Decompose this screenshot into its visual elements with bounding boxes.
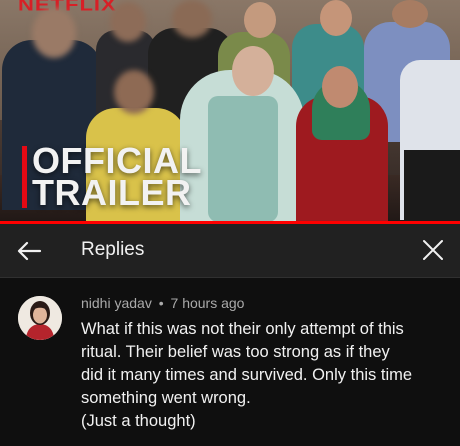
comment-author[interactable]: nidhi yadav: [81, 295, 152, 311]
replies-header: Replies: [0, 224, 460, 278]
trailer-accent-bar: [22, 146, 27, 208]
comment-item: nidhi yadav • 7 hours ago What if this w…: [0, 278, 460, 446]
arrow-left-icon: [17, 241, 42, 261]
close-x-icon: [423, 240, 443, 260]
avatar[interactable]: [18, 296, 62, 340]
comment-line: something went wrong.: [81, 389, 251, 407]
replies-title: Replies: [81, 239, 145, 260]
close-button[interactable]: [420, 237, 446, 263]
profile-photo-icon: [18, 296, 62, 340]
comment-time: 7 hours ago: [170, 295, 245, 311]
trailer-text: TRAILER: [32, 172, 192, 213]
comment-meta: nidhi yadav • 7 hours ago: [81, 295, 244, 311]
comment-line: What if this was not their only attempt …: [81, 320, 404, 338]
back-button[interactable]: [14, 237, 44, 265]
meta-separator: •: [158, 295, 164, 311]
comment-line: (Just a thought): [81, 412, 196, 430]
video-player[interactable]: NETFLIX OFFICIAL TRAILER: [0, 0, 460, 224]
comment-line: did it many times and survived. Only thi…: [81, 366, 413, 384]
comment-line: ritual. Their belief was too strong as i…: [81, 343, 390, 361]
comment-text: What if this was not their only attempt …: [81, 318, 441, 433]
